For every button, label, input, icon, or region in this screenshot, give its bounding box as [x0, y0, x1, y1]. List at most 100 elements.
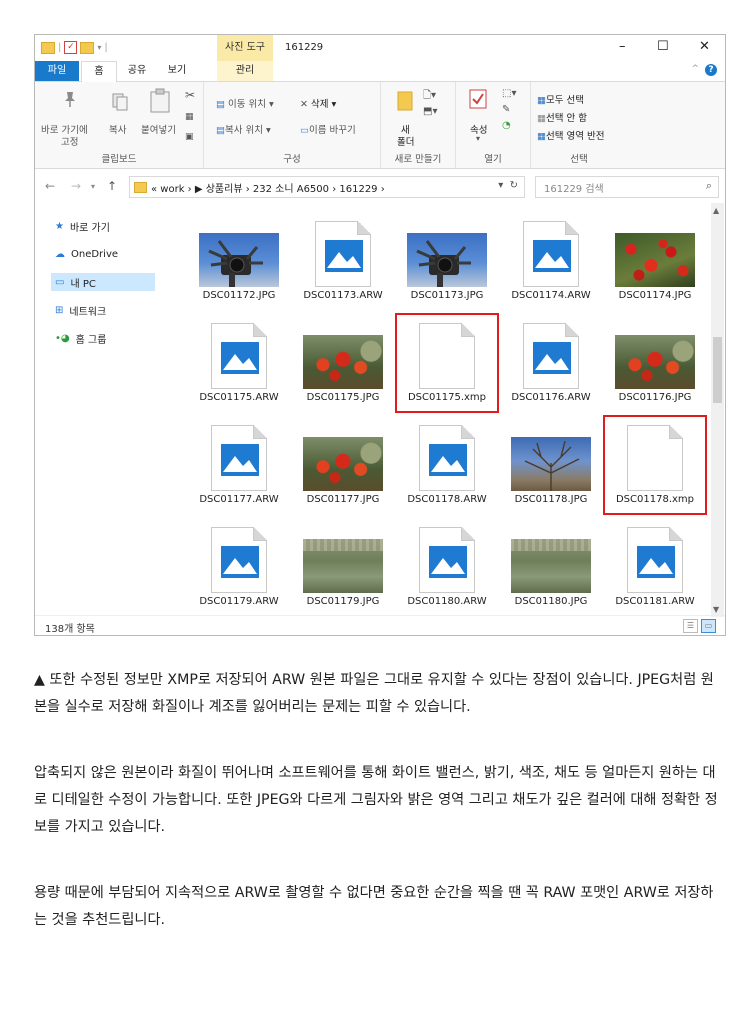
new-folder-icon[interactable]	[80, 41, 95, 54]
tab-manage[interactable]: 관리	[217, 61, 273, 81]
file-item[interactable]: DSC01179.JPG	[293, 519, 393, 615]
move-to-label: 이동 위치 ▾	[228, 99, 274, 110]
address-dropdown-refresh[interactable]: ▾ ↻	[498, 180, 518, 191]
file-item[interactable]: DSC01176.JPG	[605, 315, 705, 411]
new-folder-label-2[interactable]: 폴더	[397, 134, 414, 148]
pin-label-2[interactable]: 고정	[61, 134, 78, 148]
select-group-label: 선택	[570, 154, 588, 165]
folder-icon	[134, 182, 147, 193]
breadcrumb[interactable]: « work › ▶ 상품리뷰 › 232 소니 A6500 › 161229 …	[134, 180, 385, 195]
minimize-icon[interactable]: –	[619, 39, 626, 54]
open-icon[interactable]: ⬚▾	[502, 88, 516, 99]
file-thumbnail	[501, 417, 601, 491]
ribbon-collapse-icon[interactable]: ^	[691, 64, 699, 74]
file-name: DSC01176.JPG	[618, 392, 692, 403]
file-thumbnail	[501, 315, 601, 389]
file-item[interactable]: DSC01175.JPG	[293, 315, 393, 411]
file-item[interactable]: DSC01173.ARW	[293, 213, 393, 309]
copy-to-button[interactable]: ▤복사 위치 ▾	[216, 122, 271, 136]
sidebar-item-label: 내 PC	[70, 278, 96, 290]
file-item[interactable]: DSC01175.ARW	[189, 315, 289, 411]
sidebar-item-quick-access[interactable]: ★ 바로 가기	[55, 217, 110, 235]
vertical-scrollbar[interactable]: ▲ ▼	[711, 203, 724, 617]
file-thumbnail	[293, 315, 393, 389]
copy-path-icon[interactable]: ▦	[185, 112, 194, 122]
separator: |	[104, 42, 108, 53]
sidebar-item-homegroup[interactable]: •◕ 홈 그룹	[55, 329, 106, 347]
file-item[interactable]: DSC01174.JPG	[605, 213, 705, 309]
file-item[interactable]: DSC01175.xmp	[395, 313, 499, 413]
copy-icon	[112, 93, 128, 111]
navigation-pane: ★ 바로 가기 ☁ OneDrive ▭ 내 PC ⊞ 네트워크 •◕ 홈 그룹	[35, 205, 175, 615]
image-file-icon	[211, 323, 267, 389]
tab-home[interactable]: 홈	[81, 61, 117, 83]
paste-shortcut-icon[interactable]: ▣	[185, 132, 194, 142]
file-item[interactable]: DSC01178.JPG	[501, 417, 601, 513]
up-arrow-icon[interactable]: ↑	[107, 179, 117, 193]
scroll-down-icon[interactable]: ▼	[713, 605, 719, 614]
file-name: DSC01177.ARW	[199, 494, 279, 505]
delete-button[interactable]: ✕ 삭제 ▾	[300, 96, 336, 110]
file-item[interactable]: DSC01180.ARW	[397, 519, 497, 615]
file-item[interactable]: DSC01172.JPG	[189, 213, 289, 309]
file-item[interactable]: DSC01174.ARW	[501, 213, 601, 309]
maximize-icon[interactable]: ☐	[657, 39, 669, 54]
easy-access-icon[interactable]: ⬒▾	[423, 106, 437, 117]
sidebar-item-network[interactable]: ⊞ 네트워크	[55, 301, 106, 319]
help-icon[interactable]: ?	[705, 64, 717, 76]
scroll-up-icon[interactable]: ▲	[713, 206, 719, 215]
address-bar[interactable]: « work › ▶ 상품리뷰 › 232 소니 A6500 › 161229 …	[129, 176, 525, 198]
rename-button[interactable]: ▭이름 바꾸기	[300, 122, 356, 136]
back-arrow-icon[interactable]: ←	[45, 179, 55, 193]
file-item[interactable]: DSC01180.JPG	[501, 519, 601, 615]
properties-check-icon[interactable]: ✓	[64, 41, 78, 54]
qat-dropdown-icon[interactable]: ▾	[97, 43, 101, 52]
forward-arrow-icon[interactable]: →	[71, 179, 81, 193]
file-item[interactable]: DSC01181.ARW	[605, 519, 705, 615]
tab-share[interactable]: 공유	[119, 61, 155, 81]
invert-selection-button[interactable]: ▦선택 영역 반전	[537, 128, 604, 142]
computer-icon: ▭	[55, 276, 65, 288]
file-item[interactable]: DSC01178.xmp	[603, 415, 707, 515]
details-view-icon[interactable]: ☰	[683, 619, 698, 633]
select-none-button[interactable]: ▦선택 안 함	[537, 110, 587, 124]
select-all-button[interactable]: ▦모두 선택	[537, 92, 584, 106]
sidebar-item-this-pc[interactable]: ▭ 내 PC	[51, 273, 155, 291]
file-item[interactable]: DSC01177.JPG	[293, 417, 393, 513]
file-item[interactable]: DSC01179.ARW	[189, 519, 289, 615]
delete-icon: ✕	[300, 99, 308, 110]
sidebar-item-onedrive[interactable]: ☁ OneDrive	[55, 245, 118, 263]
large-icons-view-icon[interactable]: ▭	[701, 619, 716, 633]
item-count: 138개 항목	[45, 624, 95, 635]
file-name: DSC01177.JPG	[306, 494, 380, 505]
file-item[interactable]: DSC01176.ARW	[501, 315, 601, 411]
select-none-label: 선택 안 함	[545, 113, 587, 124]
blank-file-icon	[627, 425, 683, 491]
cut-icon[interactable]: ✂	[185, 88, 195, 102]
move-to-button[interactable]: ▤ 이동 위치 ▾	[216, 96, 274, 110]
new-group-label: 새로 만들기	[394, 154, 442, 165]
file-name: DSC01175.ARW	[199, 392, 279, 403]
file-item[interactable]: DSC01178.ARW	[397, 417, 497, 513]
edit-icon[interactable]: ✎	[502, 104, 510, 115]
recent-dropdown-icon[interactable]: ▾	[91, 182, 95, 191]
search-input[interactable]: 161229 검색 ⌕	[535, 176, 719, 198]
properties-dropdown-icon[interactable]: ▾	[476, 134, 480, 143]
select-all-label: 모두 선택	[545, 95, 584, 106]
article-paragraph-3: 용량 때문에 부담되어 지속적으로 ARW로 촬영할 수 없다면 중요한 순간을…	[34, 885, 714, 928]
new-item-icon[interactable]: 🗋▾	[423, 88, 436, 105]
photo-thumbnail	[511, 539, 591, 593]
close-icon[interactable]: ✕	[699, 39, 710, 54]
file-thumbnail	[189, 417, 289, 491]
file-name: DSC01173.JPG	[410, 290, 484, 301]
copy-label[interactable]: 복사	[109, 122, 126, 136]
tab-view[interactable]: 보기	[159, 61, 195, 81]
history-icon[interactable]: ◔	[502, 120, 511, 131]
tab-file[interactable]: 파일	[35, 61, 79, 81]
file-item[interactable]: DSC01177.ARW	[189, 417, 289, 513]
scrollbar-thumb[interactable]	[713, 337, 722, 403]
file-item[interactable]: DSC01173.JPG	[397, 213, 497, 309]
paste-label[interactable]: 붙여넣기	[141, 122, 176, 136]
sidebar-item-label: OneDrive	[71, 248, 119, 260]
file-name: DSC01174.JPG	[618, 290, 692, 301]
